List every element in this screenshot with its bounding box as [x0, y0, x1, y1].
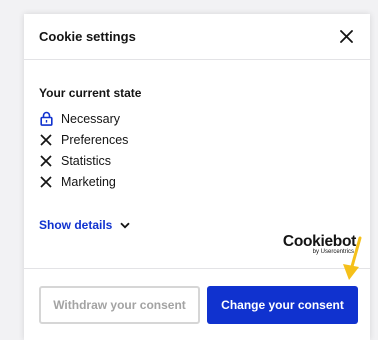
- annotation-arrow-icon: [343, 236, 362, 280]
- dialog-body: Your current state Necessary Preferences: [24, 60, 370, 268]
- current-state-title: Your current state: [39, 86, 142, 100]
- state-item-necessary: Necessary: [39, 108, 355, 129]
- state-item-label: Statistics: [61, 153, 112, 168]
- chevron-down-icon: [120, 222, 130, 228]
- dialog-footer: Withdraw your consent Change your consen…: [24, 268, 370, 340]
- show-details-link[interactable]: Show details: [39, 218, 130, 232]
- close-button[interactable]: [336, 27, 356, 47]
- close-icon: [339, 30, 353, 43]
- state-item-label: Necessary: [61, 111, 121, 126]
- cross-icon: [39, 153, 53, 169]
- withdraw-consent-button[interactable]: Withdraw your consent: [39, 286, 200, 324]
- cross-icon: [39, 174, 53, 190]
- dialog-header: Cookie settings: [24, 14, 370, 60]
- state-item-label: Preferences: [61, 132, 129, 147]
- show-details-label: Show details: [39, 218, 113, 232]
- state-item-statistics: Statistics: [39, 150, 355, 171]
- dialog-title: Cookie settings: [39, 29, 136, 44]
- lock-icon: [39, 111, 53, 127]
- state-item-marketing: Marketing: [39, 171, 355, 192]
- cross-icon: [39, 132, 53, 148]
- change-consent-button[interactable]: Change your consent: [207, 286, 358, 324]
- cookie-settings-dialog: Cookie settings Your current state Neces…: [24, 14, 370, 340]
- state-item-label: Marketing: [61, 174, 116, 189]
- state-item-preferences: Preferences: [39, 129, 355, 150]
